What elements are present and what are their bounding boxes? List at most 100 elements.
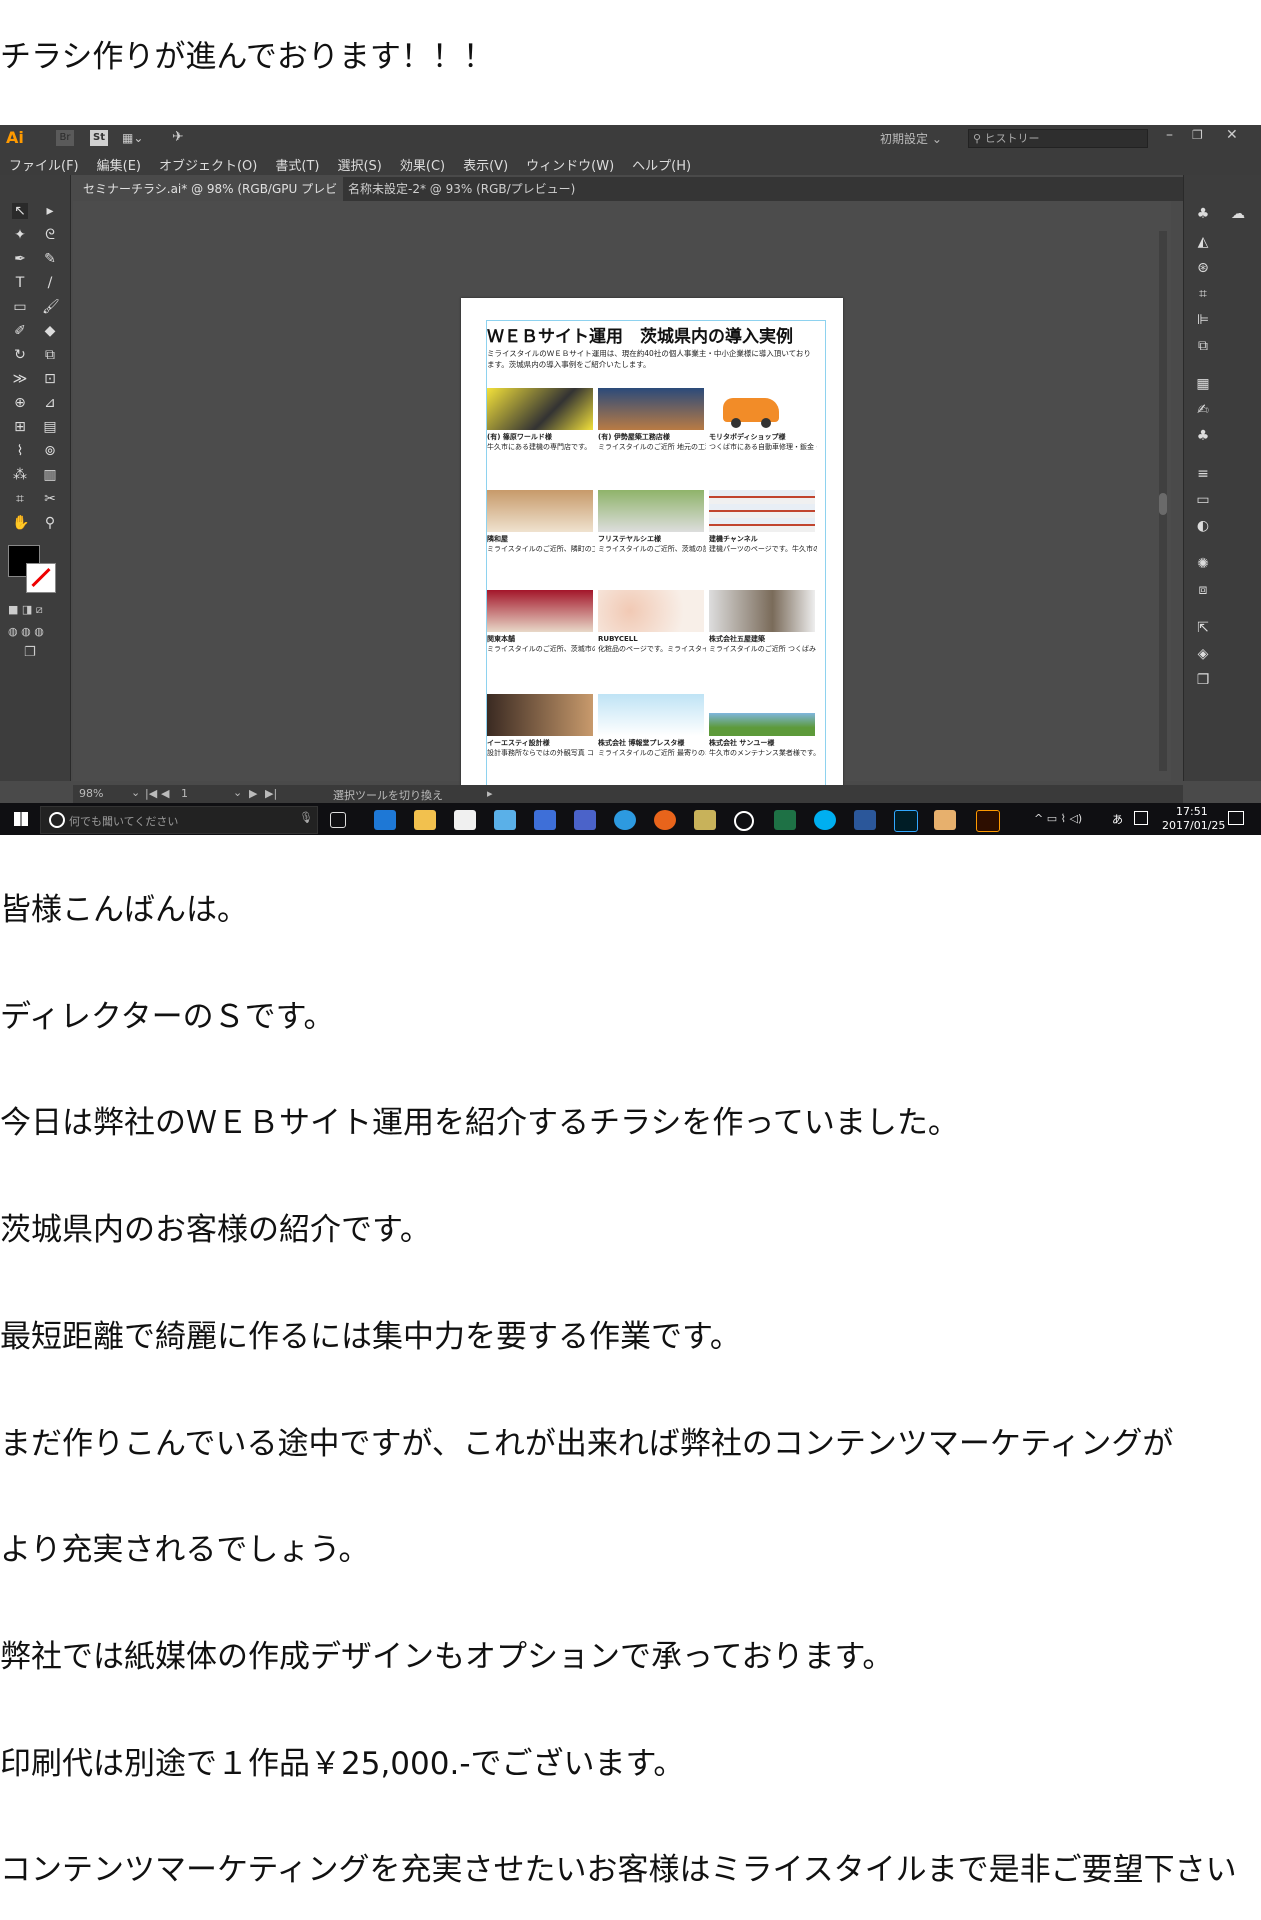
direct-selection-tool-icon[interactable]: ▸ bbox=[42, 203, 58, 219]
word-icon[interactable] bbox=[854, 810, 876, 830]
symbols-icon[interactable]: ♣ bbox=[1194, 427, 1212, 445]
rotate-tool-icon[interactable]: ↻ bbox=[12, 347, 28, 363]
graphic-styles-icon[interactable]: ✺ bbox=[1194, 555, 1212, 573]
shaper-tool-icon[interactable]: ✐ bbox=[12, 323, 28, 339]
type-tool-icon[interactable]: T bbox=[12, 275, 28, 291]
search-field[interactable]: ⚲ ヒストリー bbox=[968, 129, 1148, 148]
close-icon[interactable]: ✕ bbox=[1226, 127, 1238, 143]
task-view-icon[interactable] bbox=[330, 812, 346, 828]
rectangle-tool-icon[interactable]: ▭ bbox=[12, 299, 28, 315]
slice-tool-icon[interactable]: ✂ bbox=[42, 491, 58, 507]
play-icon[interactable]: ▸ bbox=[487, 787, 493, 800]
clock-date[interactable]: 2017/01/25 bbox=[1162, 819, 1225, 832]
draw-mode-icons[interactable]: ◍ ◍ ◍ bbox=[8, 625, 44, 638]
transform-icon[interactable]: ⌗ bbox=[1194, 285, 1212, 303]
artboards-icon[interactable]: ❐ bbox=[1194, 671, 1212, 689]
notification-icon[interactable] bbox=[1228, 811, 1244, 825]
store-icon[interactable] bbox=[454, 810, 476, 830]
lasso-icon[interactable]: ᘓ bbox=[42, 227, 58, 243]
tab-seminar-flyer[interactable]: セミナーチラシ.ai* @ 98% (RGB/GPU プレビュー) ✕ bbox=[73, 177, 343, 220]
workspace-switcher[interactable]: 初期設定 ⌄ bbox=[880, 130, 942, 147]
appearance-icon[interactable]: ⊛ bbox=[1194, 259, 1212, 277]
stroke-swatch[interactable] bbox=[26, 563, 56, 593]
gradient-tool-icon[interactable]: ▤ bbox=[42, 419, 58, 435]
artboard-number[interactable]: 1 bbox=[181, 787, 188, 800]
export-icon[interactable]: ⇱ bbox=[1194, 619, 1212, 637]
scale-tool-icon[interactable]: ⧉ bbox=[42, 347, 58, 363]
media-icon[interactable] bbox=[734, 811, 754, 831]
pathfinder-icon[interactable]: ⧉ bbox=[1194, 337, 1212, 355]
document-canvas[interactable]: ＷＥＢサイト運用 茨城県内の導入実例 ミライスタイルのＷＥＢサイト運用は、現在約… bbox=[73, 201, 1171, 835]
previous-artboard-icon[interactable]: ◀ bbox=[161, 787, 169, 800]
transparency-icon[interactable]: ◐ bbox=[1194, 517, 1212, 535]
symbol-sprayer-icon[interactable]: ⁂ bbox=[12, 467, 28, 483]
gradient-icon[interactable]: ▭ bbox=[1194, 491, 1212, 509]
color-mode-icons[interactable]: ■ ◨ ⧄ bbox=[8, 603, 43, 617]
eraser-icon[interactable]: ◆ bbox=[42, 323, 58, 339]
tab-untitled-2[interactable]: 名称未設定-2* @ 93% (RGB/プレビュー) ✕ bbox=[338, 177, 588, 220]
ime-indicator[interactable]: あ bbox=[1112, 811, 1123, 827]
swatches-icon[interactable]: ▦ bbox=[1194, 375, 1212, 393]
ime-mode-icon[interactable] bbox=[1134, 811, 1148, 825]
column-graph-icon[interactable]: ▥ bbox=[42, 467, 58, 483]
gpu-performance-icon[interactable]: ✈ bbox=[172, 129, 184, 145]
perspective-grid-icon[interactable]: ⊿ bbox=[42, 395, 58, 411]
stock-button[interactable]: St bbox=[90, 130, 108, 146]
photoshop-icon[interactable] bbox=[894, 810, 918, 832]
magic-wand-icon[interactable]: ✦ bbox=[12, 227, 28, 243]
pen-tool-icon[interactable]: ✒ bbox=[12, 251, 28, 267]
libraries-icon[interactable]: ☁ bbox=[1229, 205, 1247, 223]
illustrator-icon[interactable] bbox=[976, 810, 1000, 832]
zoom-tool-icon[interactable]: ⚲ bbox=[42, 515, 58, 531]
tray-icons[interactable]: ^ ▭ ⌇ ◁) bbox=[1034, 812, 1082, 825]
flyer-artboard[interactable]: ＷＥＢサイト運用 茨城県内の導入実例 ミライスタイルのＷＥＢサイト運用は、現在約… bbox=[461, 298, 843, 835]
free-transform-icon[interactable]: ⊡ bbox=[42, 371, 58, 387]
minimize-icon[interactable]: – bbox=[1166, 127, 1173, 143]
stroke-icon[interactable]: ≡ bbox=[1194, 465, 1212, 483]
arrange-documents-icon[interactable]: ▦⌄ bbox=[122, 131, 143, 145]
menu-object[interactable]: オブジェクト(O) bbox=[150, 151, 266, 174]
align-icon[interactable]: ⊫ bbox=[1194, 311, 1212, 329]
app-icon[interactable] bbox=[534, 810, 556, 830]
menu-file[interactable]: ファイル(F) bbox=[0, 151, 88, 174]
app-icon[interactable] bbox=[694, 810, 716, 830]
menu-type[interactable]: 書式(T) bbox=[266, 151, 328, 174]
cortana-search-box[interactable]: 何でも聞いてください 🎙 bbox=[40, 806, 318, 834]
eyedropper-icon[interactable]: ⌇ bbox=[12, 443, 28, 459]
screen-mode-icon[interactable]: ❐ bbox=[24, 645, 36, 660]
menu-select[interactable]: 選択(S) bbox=[328, 151, 390, 174]
mesh-tool-icon[interactable]: ⊞ bbox=[12, 419, 28, 435]
next-artboard-icon[interactable]: ▶ bbox=[249, 787, 257, 800]
menu-view[interactable]: 表示(V) bbox=[454, 151, 517, 174]
file-explorer-icon[interactable] bbox=[414, 810, 436, 830]
bridge-button[interactable]: Br bbox=[56, 130, 74, 146]
app-icon[interactable] bbox=[934, 810, 956, 830]
chevron-down-icon[interactable]: ⌄ bbox=[233, 786, 242, 799]
microphone-icon[interactable]: 🎙 bbox=[299, 811, 313, 824]
chevron-down-icon[interactable]: ⌄ bbox=[131, 786, 140, 799]
excel-icon[interactable] bbox=[774, 810, 796, 830]
width-tool-icon[interactable]: ≫ bbox=[12, 371, 28, 387]
menu-help[interactable]: ヘルプ(H) bbox=[623, 151, 700, 174]
paintbrush-icon[interactable]: 🖌 bbox=[42, 299, 60, 315]
restore-icon[interactable]: ❐ bbox=[1192, 128, 1203, 142]
zoom-level[interactable]: 98% bbox=[79, 787, 103, 800]
internet-explorer-icon[interactable] bbox=[614, 810, 636, 830]
windows-start-icon[interactable] bbox=[14, 812, 28, 826]
canvas-scrollbar[interactable] bbox=[1159, 231, 1167, 771]
app-icon[interactable] bbox=[494, 810, 516, 830]
edge-icon[interactable] bbox=[374, 810, 396, 830]
blend-tool-icon[interactable]: ⊚ bbox=[42, 443, 58, 459]
menu-effect[interactable]: 効果(C) bbox=[391, 151, 454, 174]
artboard-tool-icon[interactable]: ⌗ bbox=[12, 491, 28, 507]
selection-tool-icon[interactable]: ↖ bbox=[12, 203, 28, 219]
line-tool-icon[interactable]: / bbox=[42, 275, 58, 291]
first-artboard-icon[interactable]: |◀ bbox=[145, 787, 157, 800]
firefox-icon[interactable] bbox=[654, 810, 676, 830]
color-guide-icon[interactable]: ◭ bbox=[1194, 233, 1212, 251]
app-icon[interactable] bbox=[574, 810, 596, 830]
clock-time[interactable]: 17:51 bbox=[1176, 805, 1208, 818]
skype-icon[interactable] bbox=[814, 810, 836, 830]
color-panel-icon[interactable]: ♣ bbox=[1194, 205, 1212, 223]
shape-builder-icon[interactable]: ⊕ bbox=[12, 395, 28, 411]
